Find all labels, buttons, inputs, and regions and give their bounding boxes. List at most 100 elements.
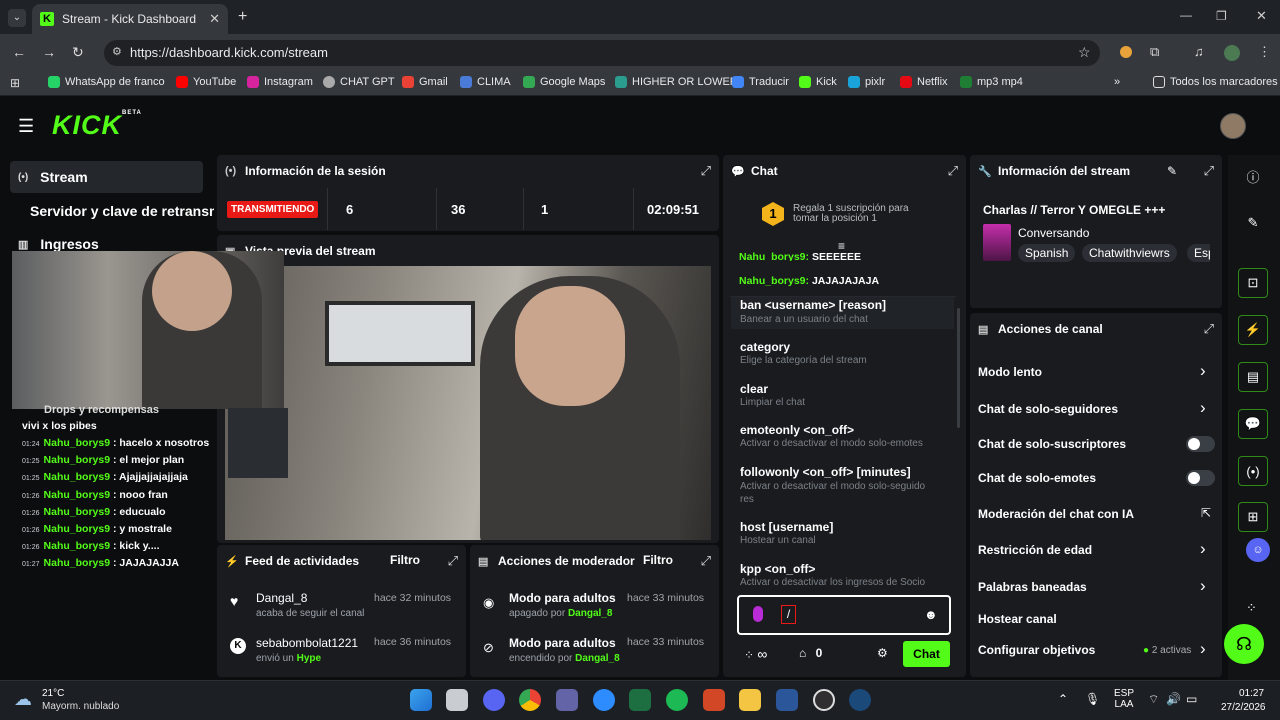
edit-icon[interactable]: ✎ xyxy=(1238,208,1268,238)
grid-icon[interactable]: ⊞ xyxy=(1238,502,1268,532)
command-kpp[interactable]: kpp <on_off> xyxy=(740,562,815,576)
action-slow-mode[interactable]: Modo lento xyxy=(978,365,1042,379)
chevron-right-icon[interactable]: › xyxy=(1200,361,1206,381)
external-link-icon[interactable]: ⇱ xyxy=(1201,506,1211,520)
tray-mic-icon[interactable]: 🎙 xyxy=(1085,692,1100,706)
edit-pencil-icon[interactable]: ✎ xyxy=(1167,164,1177,178)
chat-input-text[interactable]: / xyxy=(781,605,796,624)
site-info-icon[interactable]: ⚙ xyxy=(112,45,122,58)
kick-logo[interactable]: KICKBETA xyxy=(52,110,142,141)
share-icon[interactable]: ⁘ xyxy=(1246,600,1257,616)
gift-sub-prompt[interactable]: Regala 1 suscripción para tomar la posic… xyxy=(793,204,923,224)
back-icon[interactable]: ← xyxy=(12,44,26,60)
command-followonly[interactable]: followonly <on_off> [minutes] xyxy=(740,465,911,479)
expand-icon[interactable]: ⤢ xyxy=(701,163,711,179)
action-followers-only[interactable]: Chat de solo-seguidores xyxy=(978,402,1118,416)
tag[interactable]: Chatwithviewrs xyxy=(1082,244,1177,262)
windows-start-icon[interactable] xyxy=(410,689,432,711)
media-icon[interactable]: ♫ xyxy=(1194,44,1204,59)
bookmark-gmail[interactable]: Gmail xyxy=(402,76,448,88)
expand-icon[interactable]: ⤢ xyxy=(701,553,711,569)
sidebar-item-server-key[interactable]: Servidor y clave de retransm xyxy=(30,203,214,219)
battery-icon[interactable]: ▭ xyxy=(1186,692,1197,706)
bookmark-chatgpt[interactable]: CHAT GPT xyxy=(323,76,395,88)
command-ban[interactable]: ban <username> [reason] xyxy=(740,298,886,312)
user-avatar[interactable] xyxy=(1220,113,1246,139)
bookmark-netflix[interactable]: Netflix xyxy=(900,76,948,88)
discord-icon[interactable] xyxy=(483,689,505,711)
steam-icon[interactable] xyxy=(849,689,871,711)
bookmark-whatsapp[interactable]: WhatsApp de franco xyxy=(48,76,165,88)
sidebar-item-income[interactable]: ▥ Ingresos xyxy=(18,236,99,252)
tab-list-button[interactable]: ⌄ xyxy=(8,9,26,27)
notes-icon[interactable]: ▤ xyxy=(1238,362,1268,392)
browser-tab[interactable]: K Stream - Kick Dashboard ✕ xyxy=(32,4,228,34)
emoji-icon[interactable]: ☻ xyxy=(924,607,938,622)
action-age-restriction[interactable]: Restricción de edad xyxy=(978,543,1092,557)
command-emoteonly[interactable]: emoteonly <on_off> xyxy=(740,423,854,437)
chat-input[interactable] xyxy=(737,595,951,635)
extensions-puzzle-icon[interactable]: ⧉ xyxy=(1150,44,1159,60)
info-icon[interactable]: ⓘ xyxy=(1238,161,1268,191)
mod-filter-button[interactable]: Filtro xyxy=(643,553,673,567)
bookmarks-more-icon[interactable]: » xyxy=(1114,76,1120,88)
expand-icon[interactable]: ⤢ xyxy=(948,163,958,179)
action-host-channel[interactable]: Hostear canal xyxy=(978,612,1057,626)
minimize-icon[interactable]: — xyxy=(1180,8,1192,22)
clock-date[interactable]: 27/2/2026 xyxy=(1221,702,1266,713)
extension-icon[interactable] xyxy=(1120,46,1132,58)
capture-icon[interactable]: ⊡ xyxy=(1238,268,1268,298)
command-host[interactable]: host [username] xyxy=(740,520,833,534)
all-bookmarks-folder[interactable]: Todos los marcadores xyxy=(1153,76,1278,88)
lightning-icon[interactable]: ⚡ xyxy=(1238,315,1268,345)
bookmark-clima[interactable]: CLIMA xyxy=(460,76,511,88)
teams-icon[interactable] xyxy=(556,689,578,711)
expand-icon[interactable]: ⤢ xyxy=(448,553,458,569)
scrollbar[interactable] xyxy=(957,308,960,428)
zoom-icon[interactable] xyxy=(593,689,615,711)
settings-gear-icon[interactable]: ⚙ xyxy=(877,646,888,660)
file-explorer-icon[interactable] xyxy=(739,689,761,711)
tag[interactable]: Spanish xyxy=(1018,244,1076,262)
close-window-icon[interactable]: ✕ xyxy=(1256,8,1267,24)
obs-icon[interactable] xyxy=(813,689,835,711)
tab-close-icon[interactable]: ✕ xyxy=(209,11,220,27)
forward-icon[interactable]: → xyxy=(42,44,56,60)
bookmark-google-maps[interactable]: Google Maps xyxy=(523,76,605,88)
bookmark-kick[interactable]: Kick xyxy=(799,76,837,88)
word-icon[interactable] xyxy=(776,689,798,711)
chevron-right-icon[interactable]: › xyxy=(1200,576,1206,596)
bookmark-star-icon[interactable]: ☆ xyxy=(1078,44,1091,61)
wifi-icon[interactable]: ⌔ xyxy=(1148,692,1159,707)
feed-item-user[interactable]: Dangal_8 xyxy=(256,591,307,605)
chevron-right-icon[interactable]: › xyxy=(1200,539,1206,559)
reload-icon[interactable]: ↻ xyxy=(72,44,84,61)
bookmark-pixlr[interactable]: pixlr xyxy=(848,76,885,88)
expand-icon[interactable]: ⤢ xyxy=(1204,163,1214,179)
action-banned-words[interactable]: Palabras baneadas xyxy=(978,580,1087,594)
store-icon[interactable]: ⌂ 0 xyxy=(799,646,822,660)
chevron-right-icon[interactable]: › xyxy=(1200,639,1206,659)
excel-icon[interactable] xyxy=(629,689,651,711)
hamburger-menu-icon[interactable]: ☰ xyxy=(18,116,34,137)
action-ai-moderation[interactable]: Moderación del chat con IA xyxy=(978,507,1134,521)
command-clear[interactable]: clear xyxy=(740,382,768,396)
feed-filter-button[interactable]: Filtro xyxy=(390,553,420,567)
chat-send-button[interactable]: Chat xyxy=(903,641,950,667)
tray-chevron-icon[interactable]: ⌃ xyxy=(1058,692,1068,706)
weather-icon[interactable]: ☁ xyxy=(14,689,32,710)
bookmark-instagram[interactable]: Instagram xyxy=(247,76,313,88)
new-tab-button[interactable]: + xyxy=(238,8,247,26)
emotes-only-toggle[interactable] xyxy=(1186,470,1215,486)
support-headset-icon[interactable]: ☊ xyxy=(1224,624,1264,664)
discord-overlay-icon[interactable]: ☺ xyxy=(1246,538,1270,562)
stream-preview-video[interactable] xyxy=(225,266,711,540)
broadcast-icon[interactable]: (•) xyxy=(1238,456,1268,486)
command-category[interactable]: category xyxy=(740,340,790,354)
tag[interactable]: Esp xyxy=(1187,244,1210,262)
bookmark-mp3-mp4[interactable]: mp3 mp4 xyxy=(960,76,1023,88)
profile-icon[interactable] xyxy=(1224,45,1240,61)
apps-grid-icon[interactable]: ⊞ xyxy=(10,76,20,90)
powerpoint-icon[interactable] xyxy=(703,689,725,711)
bookmark-traducir[interactable]: Traducir xyxy=(732,76,789,88)
